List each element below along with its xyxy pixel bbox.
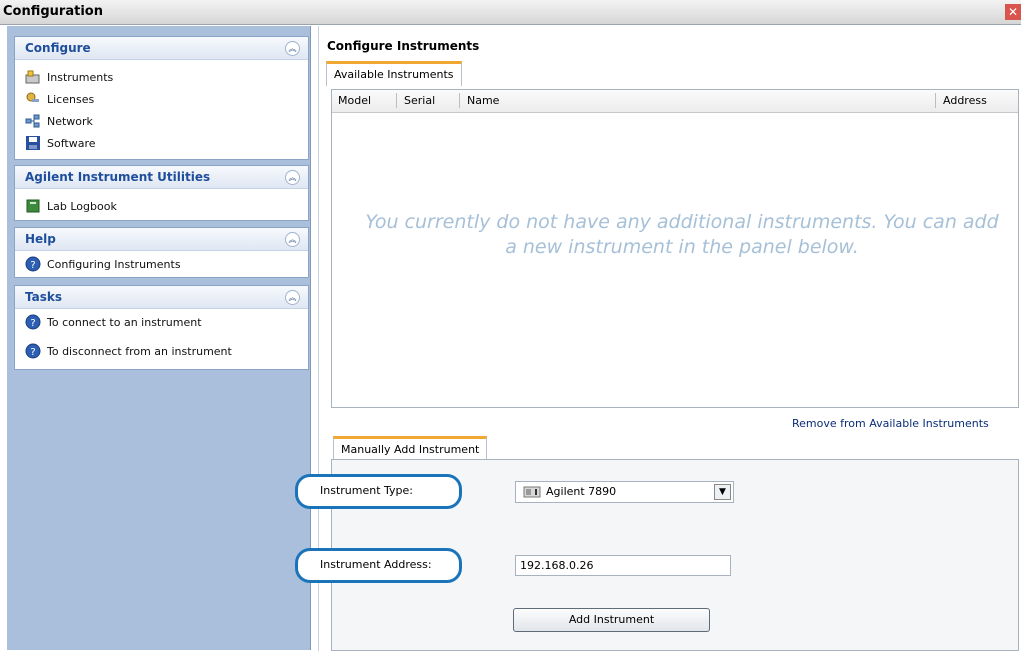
network-icon — [25, 114, 40, 128]
instrument-type-highlight: Instrument Type: — [295, 474, 462, 509]
instrument-list[interactable]: Model Serial Name Address You currently … — [331, 89, 1019, 408]
sidebar-item-software[interactable]: Software — [25, 135, 96, 151]
main-panel: Configure Instruments Available Instrume… — [295, 26, 1021, 651]
sidebar-item-label: To disconnect from an instrument — [47, 344, 232, 358]
instrument-address-highlight: Instrument Address: — [295, 548, 462, 583]
column-address[interactable]: Address — [943, 94, 987, 107]
instrument-type-label: Instrument Type: — [320, 484, 413, 497]
collapse-icon[interactable]: ︽ — [285, 170, 300, 185]
panel-help-header[interactable]: Help ︽ — [15, 228, 308, 251]
instruments-icon — [25, 70, 40, 84]
collapse-icon[interactable]: ︽ — [285, 290, 300, 305]
remove-from-available-link[interactable]: Remove from Available Instruments — [792, 417, 989, 430]
manual-add-panel: Instrument Type: Agilent 7890 ▼ Instrume… — [295, 459, 1019, 651]
sidebar-item-label: Software — [47, 136, 96, 150]
panel-configure: Configure ︽ Instruments Licenses Network… — [14, 36, 309, 160]
sidebar-item-configuring-instruments[interactable]: ? Configuring Instruments — [25, 256, 181, 272]
help-icon: ? — [25, 314, 41, 330]
column-model[interactable]: Model — [338, 94, 371, 107]
instrument-address-label: Instrument Address: — [320, 558, 432, 571]
licenses-icon — [26, 92, 39, 102]
collapse-icon[interactable]: ︽ — [285, 41, 300, 56]
software-icon — [26, 136, 40, 150]
panel-help-title: Help — [25, 232, 56, 246]
add-instrument-button[interactable]: Add Instrument — [513, 608, 710, 632]
sidebar-item-label: Network — [47, 114, 93, 128]
sidebar-item-label: Configuring Instruments — [47, 257, 181, 271]
empty-list-message: You currently do not have any additional… — [365, 211, 999, 258]
sidebar-item-instruments[interactable]: Instruments — [25, 69, 113, 85]
panel-configure-header[interactable]: Configure ︽ — [15, 37, 308, 60]
panel-utilities-title: Agilent Instrument Utilities — [25, 170, 211, 184]
sidebar-item-label: To connect to an instrument — [47, 315, 202, 329]
instrument-type-select[interactable]: Agilent 7890 ▼ — [515, 481, 734, 503]
panel-tasks-title: Tasks — [25, 290, 63, 304]
svg-text:?: ? — [30, 347, 35, 358]
window-title: Configuration — [3, 4, 103, 19]
close-icon[interactable]: ✕ — [1005, 4, 1021, 20]
help-icon: ? — [25, 256, 41, 272]
column-separator[interactable] — [459, 93, 460, 108]
svg-text:?: ? — [30, 260, 35, 271]
panel-configure-title: Configure — [25, 41, 91, 55]
sidebar-item-disconnect[interactable]: ? To disconnect from an instrument — [25, 343, 232, 359]
column-serial[interactable]: Serial — [404, 94, 435, 107]
sidebar-item-network[interactable]: Network — [25, 113, 93, 129]
sidebar-item-licenses[interactable]: Licenses — [25, 91, 94, 107]
sidebar-item-label: Instruments — [47, 70, 114, 84]
column-separator[interactable] — [396, 93, 397, 108]
title-bar: Configuration ✕ — [0, 0, 1021, 25]
instrument-type-value: Agilent 7890 — [546, 485, 617, 498]
help-icon: ? — [25, 343, 41, 359]
panel-utilities-header[interactable]: Agilent Instrument Utilities ︽ — [15, 166, 308, 189]
tab-manually-add-instrument[interactable]: Manually Add Instrument — [333, 436, 488, 461]
collapse-icon[interactable]: ︽ — [285, 232, 300, 247]
chevron-down-icon[interactable]: ▼ — [714, 484, 731, 500]
list-header: Model Serial Name Address — [332, 90, 1018, 113]
column-name[interactable]: Name — [467, 94, 499, 107]
panel-help: Help ︽ ? Configuring Instruments — [14, 227, 309, 278]
instrument-address-input[interactable] — [515, 555, 731, 576]
sidebar-item-label: Licenses — [47, 92, 95, 106]
tab-available-instruments[interactable]: Available Instruments — [326, 61, 462, 86]
sidebar-item-connect[interactable]: ? To connect to an instrument — [25, 314, 202, 330]
panel-tasks-header[interactable]: Tasks ︽ — [15, 286, 308, 309]
logbook-icon — [26, 199, 40, 213]
column-separator[interactable] — [935, 93, 936, 108]
page-title: Configure Instruments — [327, 39, 480, 53]
sidebar-item-label: Lab Logbook — [47, 199, 117, 213]
panel-tasks: Tasks ︽ ? To connect to an instrument ? … — [14, 285, 309, 370]
panel-utilities: Agilent Instrument Utilities ︽ Lab Logbo… — [14, 165, 309, 221]
svg-text:?: ? — [30, 318, 35, 329]
instrument-device-icon — [523, 486, 541, 498]
sidebar-item-lab-logbook[interactable]: Lab Logbook — [25, 198, 117, 214]
